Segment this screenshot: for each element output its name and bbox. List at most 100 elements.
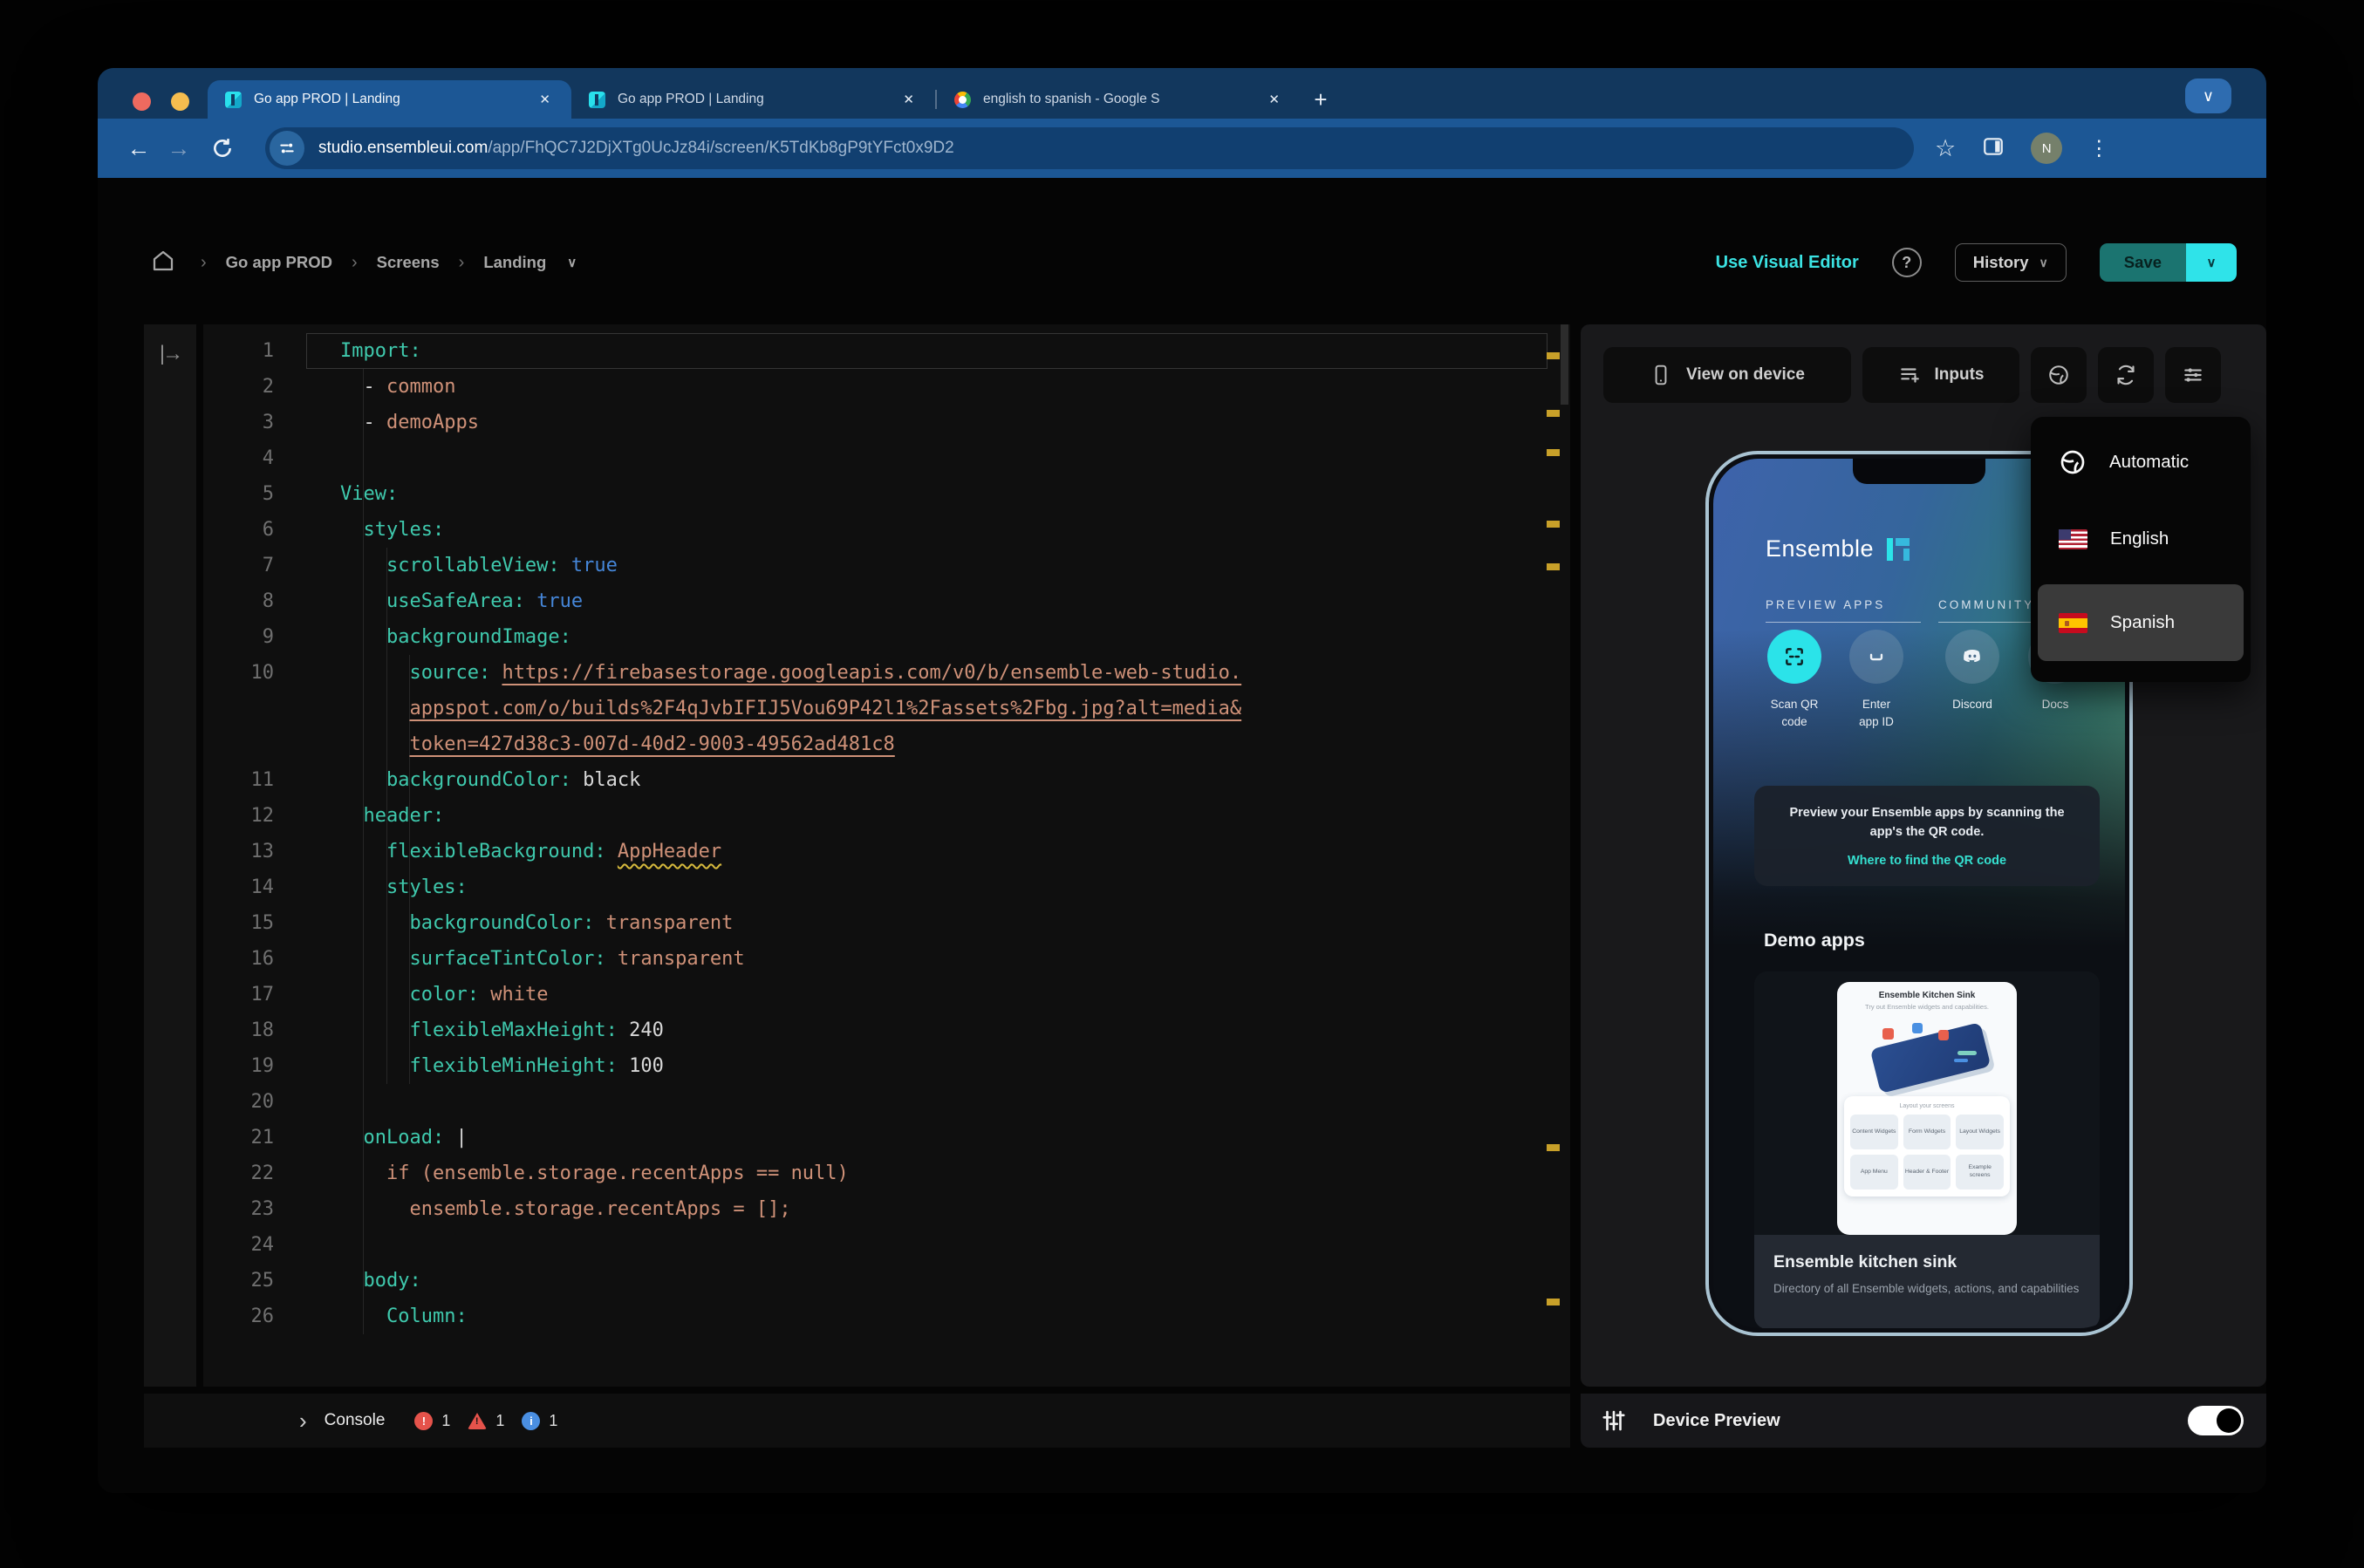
phone-action-app-id[interactable]: Enter app ID bbox=[1849, 630, 1903, 732]
close-window-button[interactable] bbox=[133, 92, 151, 111]
app-brand: Ensemble bbox=[1766, 535, 1911, 562]
code-line: 10 source: https://firebasestorage.googl… bbox=[203, 655, 1570, 691]
save-button[interactable]: Save bbox=[2099, 243, 2186, 282]
help-button[interactable]: ? bbox=[1891, 248, 1922, 277]
line-number: 2 bbox=[262, 376, 274, 398]
history-button[interactable]: History ∨ bbox=[1954, 243, 2067, 282]
new-tab-button[interactable]: + bbox=[1301, 80, 1341, 119]
use-visual-editor-link[interactable]: Use Visual Editor bbox=[1716, 253, 1859, 273]
info-count: 1 bbox=[549, 1411, 558, 1429]
demo-app-card[interactable]: Ensemble Kitchen Sink Try out Ensemble w… bbox=[1754, 971, 2100, 1328]
google-icon bbox=[954, 91, 971, 108]
chevron-down-icon: ∨ bbox=[2206, 256, 2217, 270]
language-label: Spanish bbox=[2110, 612, 2176, 632]
line-number: 20 bbox=[250, 1091, 275, 1113]
profile-avatar[interactable]: N bbox=[2031, 133, 2063, 164]
qr-scan-icon bbox=[1767, 630, 1821, 684]
demo-illustration bbox=[1844, 1016, 2010, 1096]
demo-app-thumbnail: Ensemble Kitchen Sink Try out Ensemble w… bbox=[1754, 971, 2100, 1235]
inputs-button[interactable]: Inputs bbox=[1862, 347, 2019, 403]
address-bar[interactable]: studio.ensembleui.com/app/FhQC7J2DjXTg0U… bbox=[265, 127, 1914, 169]
reload-preview-button[interactable] bbox=[2098, 347, 2154, 403]
line-number: 19 bbox=[250, 1055, 275, 1077]
minimize-window-button[interactable] bbox=[171, 92, 189, 111]
device-preview-toggle[interactable] bbox=[2188, 1406, 2244, 1435]
language-button[interactable] bbox=[2031, 347, 2087, 403]
browser-menu-icon[interactable]: ⋮ bbox=[2088, 136, 2109, 161]
preview-settings-button[interactable] bbox=[2165, 347, 2221, 403]
demo-card-title: Ensemble kitchen sink bbox=[1773, 1252, 1957, 1271]
sync-icon bbox=[2117, 365, 2135, 385]
tab-close-icon[interactable]: ✕ bbox=[898, 90, 919, 109]
info-icon: i bbox=[522, 1411, 541, 1430]
kitchen-sink-subtitle: Try out Ensemble widgets and capabilitie… bbox=[1865, 1003, 1989, 1011]
code-line: 23 ensemble.storage.recentApps = []; bbox=[203, 1191, 1570, 1227]
language-option-automatic[interactable]: Automatic bbox=[2038, 424, 2244, 501]
code-line: 21 onLoad: | bbox=[203, 1120, 1570, 1156]
breadcrumb-item[interactable]: Screens bbox=[377, 253, 440, 272]
view-on-device-button[interactable]: View on device bbox=[1603, 347, 1851, 403]
studio-header: › Go app PROD › Screens › Landing ∨ Use Visual… bbox=[98, 178, 2266, 324]
breadcrumb-item[interactable]: Landing bbox=[483, 253, 546, 272]
code-line: 7 scrollableView: true bbox=[203, 548, 1570, 583]
code-line: 12 header: bbox=[203, 798, 1570, 834]
code-line: 9 backgroundImage: bbox=[203, 619, 1570, 655]
discord-icon bbox=[1945, 630, 1999, 684]
warning-marker bbox=[1547, 1299, 1560, 1306]
breadcrumb-separator-icon: › bbox=[201, 252, 207, 272]
phone-action-discord[interactable]: Discord bbox=[1945, 630, 1999, 713]
home-icon[interactable] bbox=[150, 248, 176, 278]
us-flag-icon bbox=[2059, 528, 2087, 549]
bookmark-star-icon[interactable]: ☆ bbox=[1935, 135, 1956, 162]
browser-tab[interactable]: english to spanish - Google S ✕ bbox=[937, 80, 1301, 119]
widget-tiles: Content Widgets Form Widgets Layout Widget… bbox=[1850, 1115, 2004, 1190]
qr-info-card: Preview your Ensemble apps by scanning t… bbox=[1754, 786, 2100, 886]
tab-close-icon[interactable]: ✕ bbox=[534, 90, 556, 109]
site-settings-icon[interactable] bbox=[270, 131, 304, 166]
code-line: 22 if (ensemble.storage.recentApps == nu… bbox=[203, 1156, 1570, 1191]
line-number: 3 bbox=[262, 412, 274, 433]
code-line: 1 Import: bbox=[203, 333, 1570, 369]
expand-panel-icon[interactable]: |→ bbox=[144, 342, 196, 366]
console-expand-icon[interactable]: › bbox=[299, 1408, 307, 1435]
tab-title: Go app PROD | Landing bbox=[254, 92, 400, 106]
code-line: 25 body: bbox=[203, 1263, 1570, 1299]
breadcrumb: › Go app PROD › Screens › Landing ∨ bbox=[201, 253, 577, 273]
language-option-english[interactable]: English bbox=[2038, 501, 2244, 577]
breadcrumb-item[interactable]: Go app PROD bbox=[226, 253, 332, 272]
code-line: 24 bbox=[203, 1227, 1570, 1263]
line-number: 22 bbox=[250, 1162, 275, 1184]
line-number: 9 bbox=[262, 626, 274, 648]
yaml-code-editor[interactable]: 1 Import: 2 - common 3 - demoApps 4 5 View: 6 s… bbox=[203, 324, 1570, 1387]
line-number: 14 bbox=[250, 876, 275, 898]
save-options-button[interactable]: ∨ bbox=[2186, 243, 2237, 282]
ensemble-icon bbox=[589, 91, 605, 108]
code-line: 5 View: bbox=[203, 476, 1570, 512]
tab-list: Go app PROD | Landing ✕ Go app PROD | Land… bbox=[208, 80, 1341, 119]
browser-window: Go app PROD | Landing ✕ Go app PROD | Land… bbox=[98, 68, 2266, 1493]
demo-card-description: Directory of all Ensemble widgets, actio… bbox=[1773, 1282, 2080, 1295]
chevron-down-icon: ∨ bbox=[2202, 86, 2215, 105]
line-number: 15 bbox=[250, 912, 275, 934]
browser-toolbar: ← → studio.ensembleui.com/app/FhQC7J2DjX… bbox=[98, 119, 2266, 178]
forward-button[interactable]: → bbox=[159, 135, 199, 162]
phone-action-qr-scan[interactable]: Scan QR code bbox=[1767, 630, 1821, 732]
tab-close-icon[interactable]: ✕ bbox=[1263, 90, 1285, 109]
chevron-down-icon[interactable]: ∨ bbox=[567, 255, 577, 270]
code-line: 8 useSafeArea: true bbox=[203, 583, 1570, 619]
error-icon: ! bbox=[414, 1411, 434, 1430]
code-line: 19 flexibleMinHeight: 100 bbox=[203, 1048, 1570, 1084]
refresh-button[interactable] bbox=[211, 137, 234, 160]
browser-tab[interactable]: Go app PROD | Landing ✕ bbox=[208, 80, 571, 119]
tab-search-button[interactable]: ∨ bbox=[2185, 78, 2231, 113]
widget-tile: Header & Footer bbox=[1903, 1155, 1951, 1190]
language-option-spanish[interactable]: Spanish bbox=[2038, 584, 2244, 661]
qr-info-link[interactable]: Where to find the QR code bbox=[1848, 854, 2006, 868]
browser-tab[interactable]: Go app PROD | Landing ✕ bbox=[571, 80, 935, 119]
editor-scrollbar[interactable] bbox=[1561, 324, 1568, 405]
side-panel-icon[interactable] bbox=[1982, 135, 2005, 162]
breadcrumb-separator-icon: › bbox=[351, 252, 358, 272]
url-text: studio.ensembleui.com/app/FhQC7J2DjXTg0U… bbox=[318, 139, 954, 157]
back-button[interactable]: ← bbox=[119, 135, 159, 162]
widget-tile: Content Widgets bbox=[1850, 1115, 1898, 1149]
